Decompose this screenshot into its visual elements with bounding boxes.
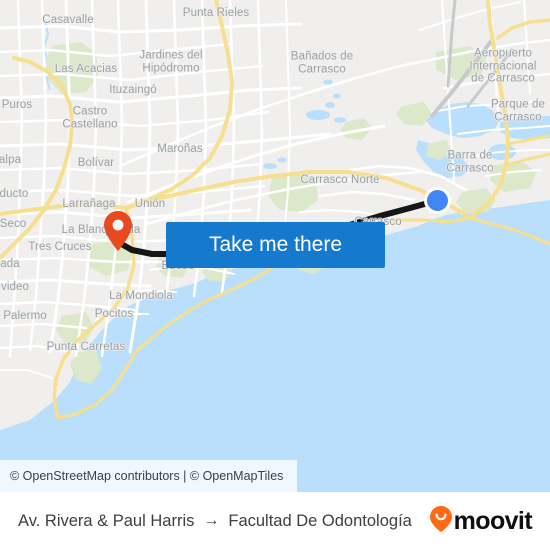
footer-bar: Av. Rivera & Paul Harris → Facultad De O… [0,492,550,550]
route-summary: Av. Rivera & Paul Harris → Facultad De O… [18,512,412,531]
moovit-wordmark: moovit [453,506,533,535]
route-origin-label: Av. Rivera & Paul Harris [18,511,195,530]
route-destination-label: Facultad De Odontología [228,511,412,530]
map-canvas[interactable]: Casavalle Punta Rieles Bañados de Carrasco… [0,0,550,492]
moovit-pin-icon [429,505,452,537]
moovit-directions-screen: Casavalle Punta Rieles Bañados de Carrasco… [0,0,550,550]
arrow-right-icon: → [203,511,220,529]
moovit-logo[interactable]: moovit [429,505,533,537]
attribution-box: © OpenStreetMap contributors | © OpenMap… [0,460,298,492]
attribution-text[interactable]: © OpenStreetMap contributors | © OpenMap… [10,469,283,483]
take-me-there-button[interactable]: Take me there [166,222,385,268]
destination-dot-marker[interactable] [424,187,451,214]
origin-pin-marker[interactable] [104,211,132,251]
